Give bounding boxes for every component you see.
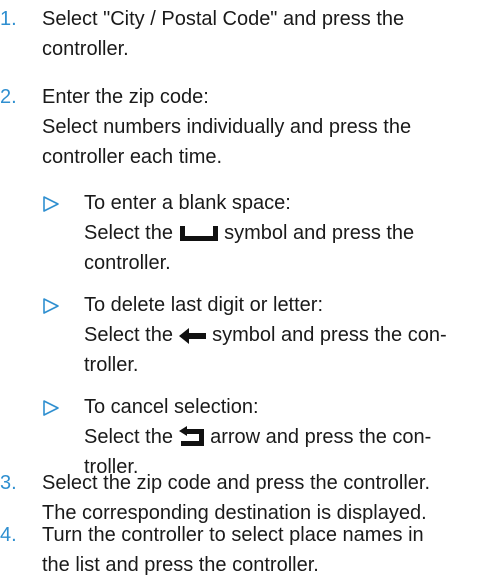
step-line: controller. — [42, 38, 129, 60]
sub-bullet-heading: To delete last digit or letter: — [84, 294, 324, 316]
sub-bullet-heading: To enter a blank space: — [84, 192, 291, 214]
text-after-symbol: symbol and press the con- — [212, 324, 447, 346]
triangle-right-icon — [43, 400, 59, 416]
text-before-symbol: Select the — [84, 222, 173, 244]
sub-bullet-line: troller. — [84, 354, 139, 376]
step-text: Select the zip code and press the contro… — [42, 468, 490, 528]
return-arrow-icon — [178, 426, 204, 446]
step-number: 1. — [0, 8, 17, 30]
step-line: Select the zip code and press the contro… — [42, 472, 431, 494]
step-number: 3. — [0, 472, 17, 494]
step-number: 4. — [0, 524, 17, 546]
step-line: Select "City / Postal Code" and press th… — [42, 8, 405, 30]
step-line: controller each time. — [42, 146, 223, 168]
sub-bullet-text: To delete last digit or letter: Select t… — [84, 290, 490, 380]
step-line: Turn the controller to select place name… — [42, 524, 424, 546]
left-arrow-icon — [178, 328, 206, 344]
step-line: Select numbers individually and press th… — [42, 116, 412, 138]
text-after-symbol: symbol and press the — [224, 222, 415, 244]
step-line: Enter the zip code: — [42, 86, 209, 108]
triangle-right-icon — [43, 196, 59, 212]
text-before-symbol: Select the — [84, 426, 173, 448]
step-text: Select "City / Postal Code" and press th… — [42, 4, 490, 64]
sub-bullet-text: To enter a blank space: Select the symbo… — [84, 188, 490, 278]
sub-bullet-line: controller. — [84, 252, 171, 274]
sub-bullet-line: Select the symbol and press the con- — [84, 320, 490, 350]
space-bar-icon — [179, 226, 218, 241]
triangle-right-icon — [43, 298, 59, 314]
sub-bullet-heading: To cancel selection: — [84, 396, 259, 418]
step-line: the list and press the controller. — [42, 554, 319, 576]
text-after-symbol: arrow and press the con- — [210, 426, 432, 448]
sub-bullet-line: Select the arrow and press the con- — [84, 422, 490, 452]
step-number: 2. — [0, 86, 17, 108]
step-text: Turn the controller to select place name… — [42, 520, 490, 580]
step-text: Enter the zip code: Select numbers indiv… — [42, 82, 490, 172]
instruction-page: 1. Select "City / Postal Code" and press… — [0, 0, 492, 578]
sub-bullet-line: Select the symbol and press the — [84, 218, 490, 248]
text-before-symbol: Select the — [84, 324, 173, 346]
